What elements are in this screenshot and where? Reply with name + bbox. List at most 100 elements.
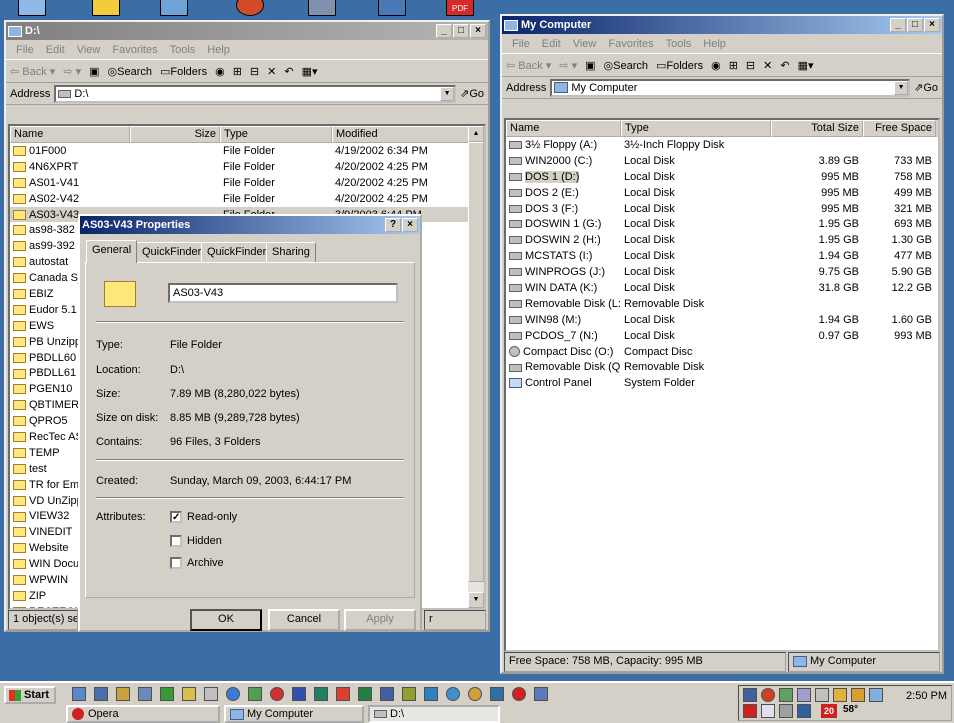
menu-favorites[interactable]: Favorites xyxy=(106,44,163,56)
tray-icon-5[interactable] xyxy=(815,688,829,702)
tools-icon[interactable] xyxy=(160,0,188,16)
menu-edit[interactable]: Edit xyxy=(536,38,567,50)
quick-launch-icon-13[interactable] xyxy=(336,687,350,701)
hidden-checkbox[interactable]: Hidden xyxy=(170,535,222,548)
network-icon[interactable] xyxy=(378,0,406,16)
tray-icon-8[interactable] xyxy=(869,688,883,702)
search-button[interactable]: ◎Search xyxy=(604,59,648,72)
tray-icon-1[interactable] xyxy=(743,688,757,702)
quick-launch-icon-14[interactable] xyxy=(358,687,372,701)
ok-button[interactable]: OK xyxy=(190,609,262,631)
menu-favorites[interactable]: Favorites xyxy=(602,38,659,50)
move-to-icon[interactable]: ⊞ xyxy=(233,65,242,78)
table-row[interactable]: Removable Disk (Q:) Removable Disk xyxy=(506,359,938,375)
table-row[interactable]: WIN2000 (C:) Local Disk 3.89 GB 733 MB xyxy=(506,153,938,169)
clock[interactable]: 2:50 PM xyxy=(906,690,947,702)
back-button[interactable]: ⇦ Back ▾ xyxy=(10,65,55,78)
quick-launch-icon-22[interactable] xyxy=(534,687,548,701)
column-name[interactable]: Name xyxy=(10,126,130,143)
table-row[interactable]: DOS 1 (D:) Local Disk 995 MB 758 MB xyxy=(506,169,938,185)
tray-icon-7[interactable] xyxy=(851,688,865,702)
minimize-button[interactable]: _ xyxy=(436,24,452,38)
table-row[interactable]: DOS 3 (F:) Local Disk 995 MB 321 MB xyxy=(506,201,938,217)
go-button[interactable]: ⇗Go xyxy=(460,87,484,100)
menu-help[interactable]: Help xyxy=(201,44,236,56)
pdf-icon[interactable]: PDF xyxy=(446,0,474,16)
address-field[interactable]: My Computer ▼ xyxy=(550,78,911,97)
tab-general[interactable]: General xyxy=(86,240,138,263)
undo-icon[interactable]: ↶ xyxy=(284,65,293,78)
address-field[interactable]: D:\ ▼ xyxy=(54,84,457,103)
cancel-button[interactable]: Cancel xyxy=(268,609,340,631)
tray-icon-10[interactable] xyxy=(761,704,775,718)
checkbox-unchecked[interactable] xyxy=(170,535,182,548)
archive-checkbox[interactable]: Archive xyxy=(170,557,224,570)
menu-file[interactable]: File xyxy=(10,44,40,56)
table-row[interactable]: MCSTATS (I:) Local Disk 1.94 GB 477 MB xyxy=(506,248,938,264)
quick-launch-icon-9[interactable] xyxy=(248,687,262,701)
up-folder-icon[interactable]: ▣ xyxy=(585,59,595,72)
menu-view[interactable]: View xyxy=(71,44,107,56)
back-button[interactable]: ⇦ Back ▾ xyxy=(506,59,551,72)
search-button[interactable]: ◎Search xyxy=(108,65,152,78)
quick-launch-icon-4[interactable] xyxy=(138,687,152,701)
column-type[interactable]: Type xyxy=(220,126,332,143)
delete-icon[interactable]: ✕ xyxy=(763,59,772,72)
quick-launch-icon-5[interactable] xyxy=(160,687,174,701)
menu-help[interactable]: Help xyxy=(697,38,732,50)
my-computer-titlebar[interactable]: My Computer _ □ × xyxy=(502,16,942,34)
quick-launch-icon-2[interactable] xyxy=(94,687,108,701)
ie-icon[interactable] xyxy=(226,687,240,701)
tray-icon-4[interactable] xyxy=(797,688,811,702)
column-modified[interactable]: Modified xyxy=(332,126,472,143)
table-row[interactable]: Removable Disk (L:) Removable Disk xyxy=(506,296,938,312)
close-button[interactable]: × xyxy=(402,218,418,232)
media-icon[interactable] xyxy=(236,0,264,16)
ship-icon[interactable] xyxy=(308,0,336,16)
go-button[interactable]: ⇗Go xyxy=(914,81,938,94)
table-row[interactable]: WINPROGS (J:) Local Disk 9.75 GB 5.90 GB xyxy=(506,264,938,280)
table-row[interactable]: WIN DATA (K:) Local Disk 31.8 GB 12.2 GB xyxy=(506,280,938,296)
quick-launch-icon-3[interactable] xyxy=(116,687,130,701)
tray-icon-6[interactable] xyxy=(833,688,847,702)
forward-button[interactable]: ⇨ ▾ xyxy=(63,65,81,78)
tab-quickfinder-2[interactable]: QuickFinder xyxy=(201,242,273,262)
dialog-titlebar[interactable]: AS03-V43 Properties ? × xyxy=(80,216,420,234)
undo-icon[interactable]: ↶ xyxy=(780,59,789,72)
tray-icon-11[interactable] xyxy=(779,704,793,718)
task-button-opera[interactable]: Opera xyxy=(66,705,220,723)
minimize-button[interactable]: _ xyxy=(890,18,906,32)
task-button-d-drive[interactable]: D:\ xyxy=(368,705,500,723)
quick-launch-icon-12[interactable] xyxy=(314,687,328,701)
quick-launch-icon-16[interactable] xyxy=(402,687,416,701)
quick-launch-icon-10[interactable] xyxy=(270,687,284,701)
table-row[interactable]: WIN98 (M:) Local Disk 1.94 GB 1.60 GB xyxy=(506,312,938,328)
close-button[interactable]: × xyxy=(470,24,486,38)
delete-icon[interactable]: ✕ xyxy=(267,65,276,78)
folders-button[interactable]: ▭Folders xyxy=(160,65,207,78)
copy-to-icon[interactable]: ⊟ xyxy=(746,59,755,72)
mountain-icon[interactable] xyxy=(18,0,46,16)
apply-button[interactable]: Apply xyxy=(344,609,416,631)
folder-icon[interactable] xyxy=(92,0,120,16)
menu-file[interactable]: File xyxy=(506,38,536,50)
views-icon[interactable]: ▦▾ xyxy=(798,59,814,72)
table-row[interactable]: AS01-V41 File Folder 4/20/2002 4:25 PM xyxy=(10,175,484,191)
column-free-space[interactable]: Free Space xyxy=(863,120,936,137)
column-total-size[interactable]: Total Size xyxy=(771,120,863,137)
quick-launch-icon-1[interactable] xyxy=(72,687,86,701)
quick-launch-icon-15[interactable] xyxy=(380,687,394,701)
folder-name-field[interactable]: AS03-V43 xyxy=(168,283,398,303)
copy-to-icon[interactable]: ⊟ xyxy=(250,65,259,78)
quick-launch-icon-6[interactable] xyxy=(182,687,196,701)
scroll-down-button[interactable]: ▼ xyxy=(468,592,484,608)
chevron-down-icon[interactable]: ▼ xyxy=(440,86,455,101)
help-button[interactable]: ? xyxy=(385,218,401,232)
menu-tools[interactable]: Tools xyxy=(660,38,698,50)
folders-button[interactable]: ▭Folders xyxy=(656,59,703,72)
table-row[interactable]: DOS 2 (E:) Local Disk 995 MB 499 MB xyxy=(506,185,938,201)
up-folder-icon[interactable]: ▣ xyxy=(89,65,99,78)
scroll-up-button[interactable]: ▲ xyxy=(468,126,484,142)
tab-sharing[interactable]: Sharing xyxy=(266,242,316,262)
quick-launch-icon-18[interactable] xyxy=(446,687,460,701)
